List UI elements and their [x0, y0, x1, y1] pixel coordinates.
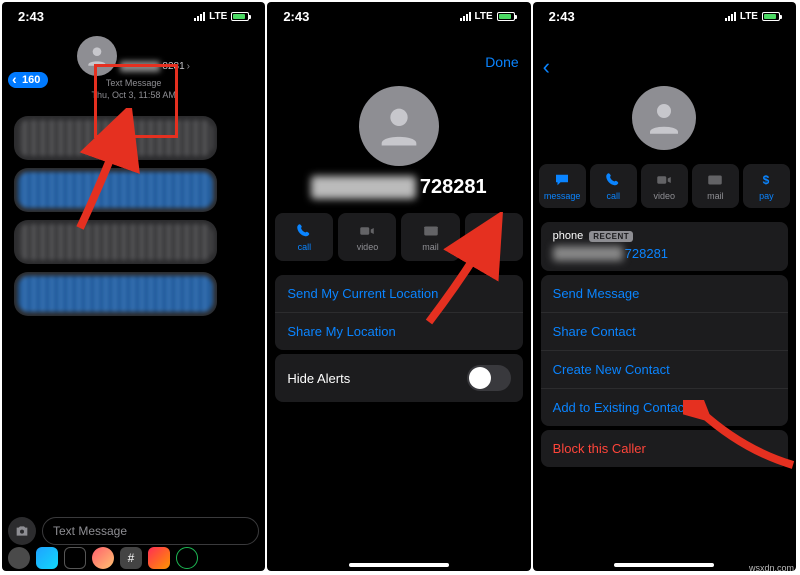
carrier-label: LTE	[740, 11, 758, 22]
carrier-label: LTE	[475, 11, 493, 22]
share-location-row[interactable]: Share My Location	[275, 313, 522, 350]
battery-icon	[231, 12, 249, 21]
action-row: call video mail info	[267, 199, 530, 271]
app-drawer: #	[2, 545, 265, 571]
add-existing-row[interactable]: Add to Existing Contact	[541, 389, 788, 426]
camera-button[interactable]	[8, 517, 36, 545]
message-bubble[interactable]	[14, 272, 217, 316]
hide-alerts-label: Hide Alerts	[287, 371, 350, 386]
screen-contact-detail: 2:43 LTE ‹ message call v	[533, 2, 796, 571]
video-button[interactable]: video	[338, 213, 396, 261]
video-button[interactable]: video	[641, 164, 688, 208]
alerts-card: Hide Alerts	[275, 354, 522, 402]
send-message-row[interactable]: Send Message	[541, 275, 788, 313]
signal-icon	[460, 12, 471, 21]
message-input-row: Text Message	[2, 517, 265, 545]
home-indicator[interactable]	[349, 563, 449, 567]
status-right: LTE	[460, 11, 515, 22]
message-bubble[interactable]	[14, 168, 217, 212]
home-indicator[interactable]	[614, 563, 714, 567]
annotation-highlight-box	[94, 64, 178, 138]
call-button[interactable]: call	[590, 164, 637, 208]
carrier-label: LTE	[209, 11, 227, 22]
signal-icon	[194, 12, 205, 21]
back-button[interactable]: 160	[8, 72, 48, 88]
block-card: Block this Caller	[541, 430, 788, 467]
avatar-icon	[632, 86, 696, 150]
app-icon-store[interactable]	[8, 547, 30, 569]
phone-label-row: phone RECENT	[553, 230, 776, 242]
action-row: message call video mail $ pay	[533, 150, 796, 218]
status-right: LTE	[725, 11, 780, 22]
status-time: 2:43	[18, 9, 44, 24]
phone-number[interactable]: xxxx728281	[553, 246, 776, 261]
recent-badge: RECENT	[589, 231, 633, 242]
screen-messages: 2:43 LTE 160 xxxx8281› Text Mess	[2, 2, 265, 571]
app-icon-more[interactable]	[176, 547, 198, 569]
block-caller-row[interactable]: Block this Caller	[541, 430, 788, 467]
status-bar: 2:43 LTE	[2, 2, 265, 30]
status-time: 2:43	[549, 9, 575, 24]
contact-actions-card: Send Message Share Contact Create New Co…	[541, 275, 788, 426]
message-input[interactable]: Text Message	[42, 517, 259, 545]
app-icon-appstore[interactable]	[36, 547, 58, 569]
location-card: Send My Current Location Share My Locati…	[275, 275, 522, 350]
message-bubble[interactable]	[14, 220, 217, 264]
app-icon-hashtag[interactable]: #	[120, 547, 142, 569]
contact-name: xxxx728281	[267, 176, 530, 199]
back-button[interactable]: ‹	[543, 54, 550, 80]
contact-avatar	[533, 86, 796, 150]
mail-button[interactable]: mail	[401, 213, 459, 261]
app-icon-memoji[interactable]	[92, 547, 114, 569]
message-button[interactable]: message	[539, 164, 586, 208]
signal-icon	[725, 12, 736, 21]
status-bar: 2:43 LTE	[267, 2, 530, 30]
share-contact-row[interactable]: Share Contact	[541, 313, 788, 351]
hide-alerts-toggle[interactable]	[467, 365, 511, 391]
status-right: LTE	[194, 11, 249, 22]
watermark: wsxdn.com	[749, 563, 794, 573]
info-button[interactable]: info	[465, 213, 523, 261]
create-contact-row[interactable]: Create New Contact	[541, 351, 788, 389]
mail-button[interactable]: mail	[692, 164, 739, 208]
send-location-row[interactable]: Send My Current Location	[275, 275, 522, 313]
app-icon-music[interactable]	[148, 547, 170, 569]
screen-contact-info: 2:43 LTE Done xxxx728281 call video	[267, 2, 530, 571]
avatar-icon	[359, 86, 439, 166]
done-button[interactable]: Done	[485, 54, 518, 70]
pay-button[interactable]: $ pay	[743, 164, 790, 208]
svg-text:$: $	[763, 173, 770, 187]
battery-icon	[497, 12, 515, 21]
status-time: 2:43	[283, 9, 309, 24]
phone-card[interactable]: phone RECENT xxxx728281	[541, 222, 788, 271]
call-button[interactable]: call	[275, 213, 333, 261]
hide-alerts-row[interactable]: Hide Alerts	[275, 354, 522, 402]
battery-icon	[762, 12, 780, 21]
app-icon-applepay[interactable]	[64, 547, 86, 569]
contact-avatar	[267, 86, 530, 166]
status-bar: 2:43 LTE	[533, 2, 796, 30]
